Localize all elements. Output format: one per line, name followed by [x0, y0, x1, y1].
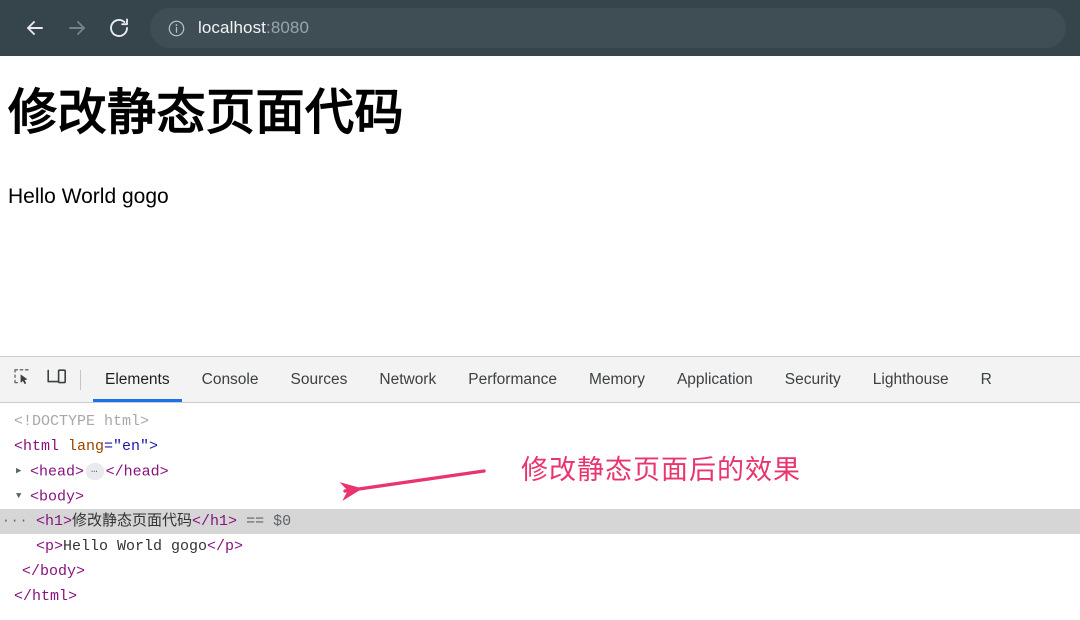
dom-row-body-open[interactable]: ▼ <body>: [0, 484, 1080, 509]
url-port: :8080: [266, 18, 310, 37]
tab-elements[interactable]: Elements: [89, 357, 186, 402]
head-close-tag: </head>: [105, 463, 169, 481]
tab-performance[interactable]: Performance: [452, 357, 573, 402]
tab-sources[interactable]: Sources: [275, 357, 364, 402]
url-host: localhost: [198, 18, 266, 37]
html-tag-token: <html: [14, 438, 60, 455]
p-text-node: Hello World gogo: [63, 538, 208, 555]
tab-sources-label: Sources: [290, 370, 348, 388]
dom-row-html-close[interactable]: </html>: [0, 584, 1080, 609]
devtools-tabbar: Elements Console Sources Network Perform…: [0, 357, 1080, 403]
tab-lighthouse[interactable]: Lighthouse: [857, 357, 965, 402]
html-close-tag: </html>: [14, 588, 78, 605]
selected-node-marker: == $0: [246, 513, 292, 530]
tab-application-label: Application: [676, 370, 753, 388]
address-bar[interactable]: localhost:8080: [150, 8, 1066, 48]
tab-recorder[interactable]: R: [965, 357, 1008, 402]
device-toolbar-button[interactable]: [40, 363, 74, 397]
device-toolbar-icon: [46, 367, 68, 392]
html-lang-attr-value: ="en">: [104, 438, 159, 455]
tab-security[interactable]: Security: [769, 357, 857, 402]
info-circle-icon[interactable]: [166, 18, 186, 38]
node-menu-icon[interactable]: ···: [2, 509, 27, 534]
browser-window: localhost:8080 修改静态页面代码 Hello World gogo: [0, 0, 1080, 620]
chevron-right-icon[interactable]: ▶: [16, 459, 29, 484]
chevron-down-icon[interactable]: ▼: [16, 484, 29, 509]
tab-network-label: Network: [379, 370, 437, 388]
body-close-tag: </body>: [22, 563, 86, 580]
collapsed-children-badge[interactable]: …: [86, 463, 104, 480]
tab-recorder-label: R: [980, 370, 992, 388]
dom-row-body-close[interactable]: </body>: [0, 559, 1080, 584]
dom-tree[interactable]: <!DOCTYPE html> <html lang="en"> ▶ <head>…: [0, 403, 1080, 619]
address-bar-text: localhost:8080: [198, 18, 309, 38]
doctype-token: <!DOCTYPE html>: [14, 413, 150, 430]
p-close-tag: </p>: [207, 538, 244, 555]
arrow-right-icon: [65, 16, 89, 40]
devtools-tool-icons: [0, 363, 89, 397]
page-title: 修改静态页面代码: [8, 86, 405, 140]
tab-performance-label: Performance: [468, 370, 557, 388]
back-button[interactable]: [14, 7, 56, 49]
dom-row-head[interactable]: ▶ <head>… </head>: [0, 459, 1080, 484]
tab-memory[interactable]: Memory: [573, 357, 661, 402]
tab-console[interactable]: Console: [186, 357, 275, 402]
tab-network[interactable]: Network: [363, 357, 452, 402]
dom-row-doctype[interactable]: <!DOCTYPE html>: [0, 409, 1080, 434]
html-lang-attr-name: lang: [68, 438, 105, 455]
page-paragraph: Hello World gogo: [8, 185, 169, 208]
tab-security-label: Security: [784, 370, 841, 388]
tab-console-label: Console: [201, 370, 259, 388]
h1-text-node: 修改静态页面代码: [72, 513, 193, 530]
tab-application[interactable]: Application: [661, 357, 769, 402]
inspect-element-button[interactable]: [6, 363, 40, 397]
body-open-tag: <body>: [30, 488, 85, 506]
dom-row-html-open[interactable]: <html lang="en">: [0, 434, 1080, 459]
devtools-panel: Elements Console Sources Network Perform…: [0, 356, 1080, 620]
tab-lighthouse-label: Lighthouse: [872, 370, 949, 388]
tab-elements-label: Elements: [105, 370, 170, 388]
h1-close-tag: </h1>: [192, 513, 238, 530]
reload-icon: [107, 16, 131, 40]
inspect-element-icon: [13, 367, 33, 392]
browser-toolbar: localhost:8080: [0, 0, 1080, 56]
tab-memory-label: Memory: [588, 370, 645, 388]
devtools-tab-list: Elements Console Sources Network Perform…: [89, 357, 1080, 402]
arrow-left-icon: [23, 16, 47, 40]
forward-button[interactable]: [56, 7, 98, 49]
page-viewport: 修改静态页面代码 Hello World gogo: [0, 56, 1080, 356]
reload-button[interactable]: [98, 7, 140, 49]
dom-row-p[interactable]: <p>Hello World gogo</p>: [0, 534, 1080, 559]
toolbar-divider: [80, 369, 81, 390]
p-open-tag: <p>: [36, 538, 64, 555]
h1-open-tag: <h1>: [36, 513, 73, 530]
head-open-tag: <head>: [30, 463, 85, 481]
dom-row-h1[interactable]: ··· <h1>修改静态页面代码</h1> == $0: [0, 509, 1080, 534]
